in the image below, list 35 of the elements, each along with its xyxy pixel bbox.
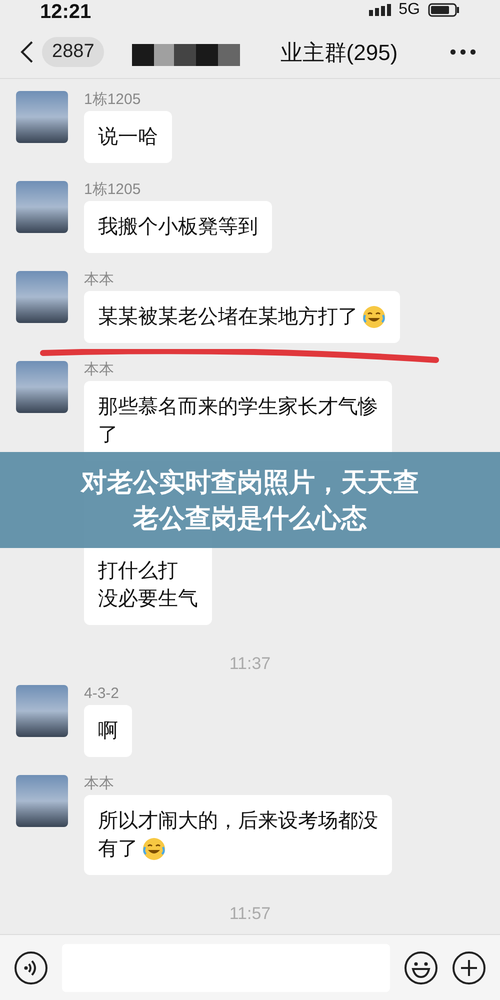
avatar-photo[interactable]: [16, 361, 68, 413]
plus-icon[interactable]: [452, 950, 486, 984]
sender-name: 4-3-2: [84, 684, 120, 702]
timestamp: 11:57: [228, 902, 272, 924]
sender-name: 本本: [84, 271, 114, 289]
banner-title: 对老公实时查岗照片，天天查老公查岗是什么心态: [79, 466, 420, 535]
message-text: 那些慕名而来的学生家长才气惨: [98, 395, 378, 420]
sender-name: 本本: [84, 361, 114, 379]
more-icon[interactable]: [450, 49, 476, 56]
message-text: 了: [98, 423, 119, 448]
message-text: 有了: [98, 836, 138, 862]
message-text: 打什么打: [98, 559, 179, 584]
smiley-icon[interactable]: [404, 950, 438, 984]
chat-title: 业主群(295): [280, 38, 398, 67]
avatar-photo[interactable]: [16, 181, 68, 233]
voice-icon[interactable]: [14, 950, 48, 984]
message-text: 所以才闹大的，后来设考场都没: [98, 808, 378, 834]
sender-name: 1栋1205: [84, 91, 141, 109]
avatar-photo[interactable]: [16, 684, 68, 736]
message-text: 某某被某老公堵在某地方打了: [98, 305, 358, 330]
message-text: 没必要生气: [98, 587, 198, 612]
battery-icon: [428, 3, 460, 17]
message-text: 啊: [98, 718, 118, 744]
message-text: 我搬个小板凳等到: [98, 215, 258, 240]
avatar-photo[interactable]: [16, 774, 68, 826]
avatar-photo[interactable]: [16, 91, 68, 143]
sender-name: 1栋1205: [84, 181, 141, 199]
sender-name: 本本: [84, 774, 114, 792]
timestamp: 11:37: [228, 653, 272, 675]
message-text: 说一哈: [98, 125, 158, 150]
status-time: 12:21: [40, 2, 92, 22]
signal-icon: [368, 4, 391, 16]
unread-count-badge[interactable]: 2887: [42, 37, 104, 68]
network-label: 5G: [398, 2, 420, 18]
avatar-photo[interactable]: [16, 271, 68, 323]
